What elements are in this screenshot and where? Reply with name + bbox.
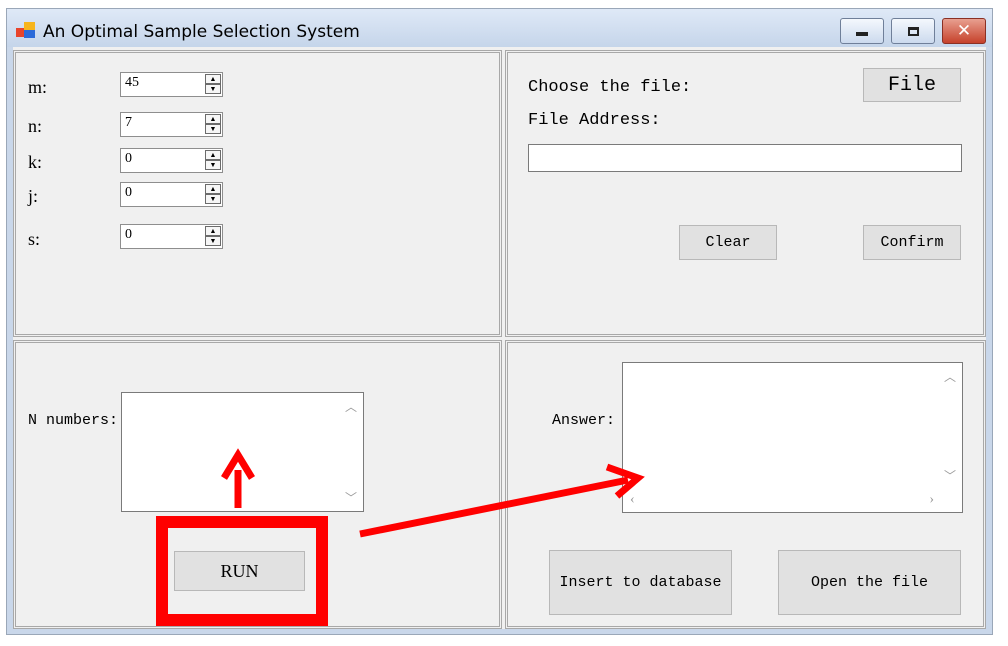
spin-up-icon[interactable]: ▲ <box>205 74 221 84</box>
param-m-spinner[interactable]: 45 ▲ ▼ <box>120 72 223 97</box>
close-icon: ✕ <box>956 21 972 41</box>
spin-up-icon[interactable]: ▲ <box>205 184 221 194</box>
scroll-up-icon[interactable]: ︿ <box>345 398 357 415</box>
param-n-spinner[interactable]: 7 ▲ ▼ <box>120 112 223 137</box>
insert-to-database-button[interactable]: Insert to database <box>549 550 732 615</box>
answer-vscrollbar[interactable]: ︿ ﹀ <box>939 364 961 488</box>
file-button[interactable]: File <box>863 68 961 102</box>
open-the-file-button[interactable]: Open the file <box>778 550 961 615</box>
spin-up-icon[interactable]: ▲ <box>205 150 221 160</box>
answer-panel: Answer: ︿ ﹀ ‹ › Insert to database Open … <box>505 340 986 629</box>
param-k-value: 0 <box>125 151 132 166</box>
scroll-left-icon[interactable]: ‹ <box>630 492 635 508</box>
run-button[interactable]: RUN <box>174 551 305 591</box>
answer-hscrollbar[interactable]: ‹ › <box>624 489 940 511</box>
spin-down-icon[interactable]: ▼ <box>205 124 221 134</box>
param-j-spinner[interactable]: 0 ▲ ▼ <box>120 182 223 207</box>
param-j-value: 0 <box>125 185 132 200</box>
maximize-button[interactable] <box>891 18 935 44</box>
param-m-value: 45 <box>125 75 139 90</box>
app-icon <box>16 22 36 38</box>
close-button[interactable]: ✕ <box>942 18 986 44</box>
n-numbers-scrollbar[interactable]: ︿ ﹀ <box>340 394 362 510</box>
minimize-icon <box>856 32 868 36</box>
params-panel: m: 45 ▲ ▼ n: 7 ▲ ▼ k: 0 ▲ ▼ j: 0 ▲ ▼ s: 0 <box>13 50 502 337</box>
param-label-n: n: <box>28 116 43 136</box>
app-window: An Optimal Sample Selection System ✕ m: … <box>6 8 993 635</box>
file-panel: Choose the file: File File Address: Clea… <box>505 50 986 337</box>
answer-textarea[interactable]: ︿ ﹀ ‹ › <box>622 362 963 513</box>
spin-down-icon[interactable]: ▼ <box>205 84 221 94</box>
param-k-spinner[interactable]: 0 ▲ ▼ <box>120 148 223 173</box>
spin-up-icon[interactable]: ▲ <box>205 226 221 236</box>
confirm-button[interactable]: Confirm <box>863 225 961 260</box>
spin-down-icon[interactable]: ▼ <box>205 160 221 170</box>
minimize-button[interactable] <box>840 18 884 44</box>
param-label-m: m: <box>28 77 48 97</box>
param-label-s: s: <box>28 229 41 249</box>
scroll-right-icon[interactable]: › <box>929 492 934 508</box>
param-s-spinner[interactable]: 0 ▲ ▼ <box>120 224 223 249</box>
clear-button[interactable]: Clear <box>679 225 777 260</box>
choose-file-label: Choose the file: <box>528 78 692 97</box>
maximize-icon <box>907 26 919 36</box>
param-label-j: j: <box>28 186 39 206</box>
param-s-value: 0 <box>125 227 132 242</box>
numbers-panel: N numbers: ︿ ﹀ RUN <box>13 340 502 629</box>
scroll-down-icon[interactable]: ﹀ <box>944 467 956 484</box>
n-numbers-textarea[interactable]: ︿ ﹀ <box>121 392 364 512</box>
n-numbers-label: N numbers: <box>28 412 119 429</box>
title-bar[interactable]: An Optimal Sample Selection System ✕ <box>7 9 992 47</box>
file-address-input[interactable] <box>528 144 962 172</box>
spin-down-icon[interactable]: ▼ <box>205 194 221 204</box>
answer-label: Answer: <box>552 412 616 429</box>
file-address-label: File Address: <box>528 111 661 130</box>
scroll-up-icon[interactable]: ︿ <box>944 368 956 385</box>
window-title: An Optimal Sample Selection System <box>43 22 360 42</box>
scroll-down-icon[interactable]: ﹀ <box>345 489 357 506</box>
param-label-k: k: <box>28 152 43 172</box>
spin-down-icon[interactable]: ▼ <box>205 236 221 246</box>
spin-up-icon[interactable]: ▲ <box>205 114 221 124</box>
param-n-value: 7 <box>125 115 132 130</box>
client-area: m: 45 ▲ ▼ n: 7 ▲ ▼ k: 0 ▲ ▼ j: 0 ▲ ▼ s: 0 <box>13 47 986 629</box>
